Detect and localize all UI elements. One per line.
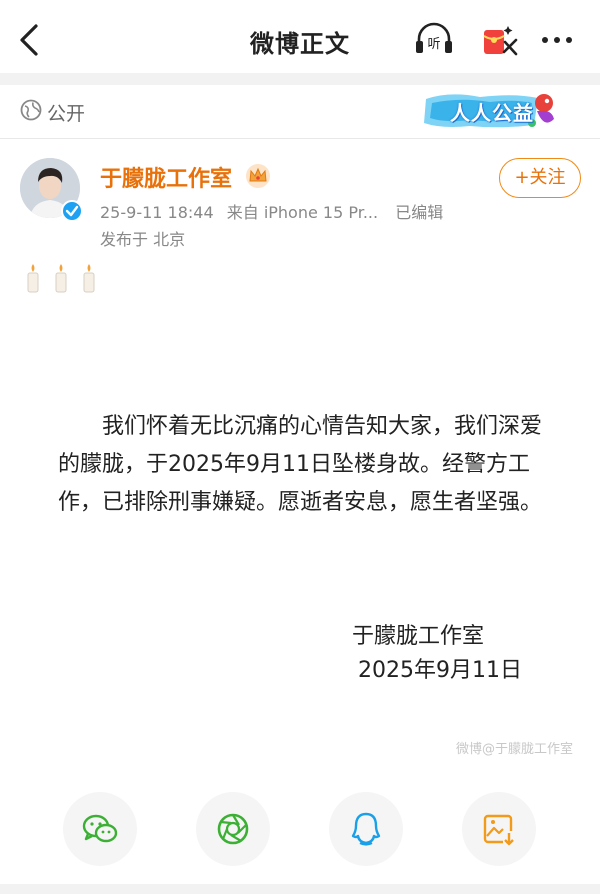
candle-icon xyxy=(83,264,95,293)
verified-badge-icon xyxy=(61,200,83,222)
signature-date: 2025年9月11日 xyxy=(358,658,522,683)
candle-icon xyxy=(27,264,39,293)
qq-icon xyxy=(351,812,381,846)
visibility-row: 公开 人人公益 xyxy=(0,85,600,138)
listen-label: 听 xyxy=(427,37,440,52)
moments-icon xyxy=(217,813,249,845)
divider xyxy=(0,138,600,139)
post-meta: 25-9-11 18:44 来自 iPhone 15 Pr... 已编辑 xyxy=(100,199,451,223)
red-packet-button[interactable] xyxy=(478,18,522,62)
listen-button[interactable]: 听 xyxy=(412,18,456,62)
more-button[interactable] xyxy=(536,18,580,62)
share-qq-button[interactable] xyxy=(329,792,403,866)
charity-badge[interactable]: 人人公益 xyxy=(420,89,560,133)
crown-icon xyxy=(246,164,270,188)
share-wechat-button[interactable] xyxy=(63,792,137,866)
headphones-listen-icon: 听 xyxy=(416,22,452,53)
visibility-label: 公开 xyxy=(47,103,86,125)
statement-text: 我们怀着无比沉痛的心情告知大家，我们深爱的朦胧，于2025年9月11日坠楼身故。… xyxy=(58,414,543,515)
globe-icon xyxy=(20,99,42,121)
post-timestamp: 25-9-11 18:44 xyxy=(100,203,214,222)
save-image-icon xyxy=(483,814,514,846)
red-packet-icon xyxy=(483,26,518,56)
post-location: 发布于 北京 xyxy=(100,230,186,249)
weibo-watermark: 微博@于朦胧工作室 xyxy=(456,742,574,757)
follow-button[interactable]: +关注 xyxy=(499,158,581,198)
edited-label[interactable]: 已编辑 xyxy=(395,203,443,222)
signature-name: 于朦胧工作室 xyxy=(352,624,485,649)
author-name[interactable]: 于朦胧工作室 xyxy=(100,161,232,193)
bottom-divider xyxy=(0,884,600,894)
divider xyxy=(0,73,600,85)
top-bar: 微博正文 听 xyxy=(0,0,600,78)
post-source: 来自 iPhone 15 Pr... xyxy=(226,203,379,222)
more-dots-icon xyxy=(542,37,572,43)
share-moments-button[interactable] xyxy=(196,792,270,866)
wechat-icon xyxy=(82,814,118,843)
charity-badge-label: 人人公益 xyxy=(450,101,534,125)
save-image-button[interactable] xyxy=(462,792,536,866)
candle-icon xyxy=(55,264,67,293)
